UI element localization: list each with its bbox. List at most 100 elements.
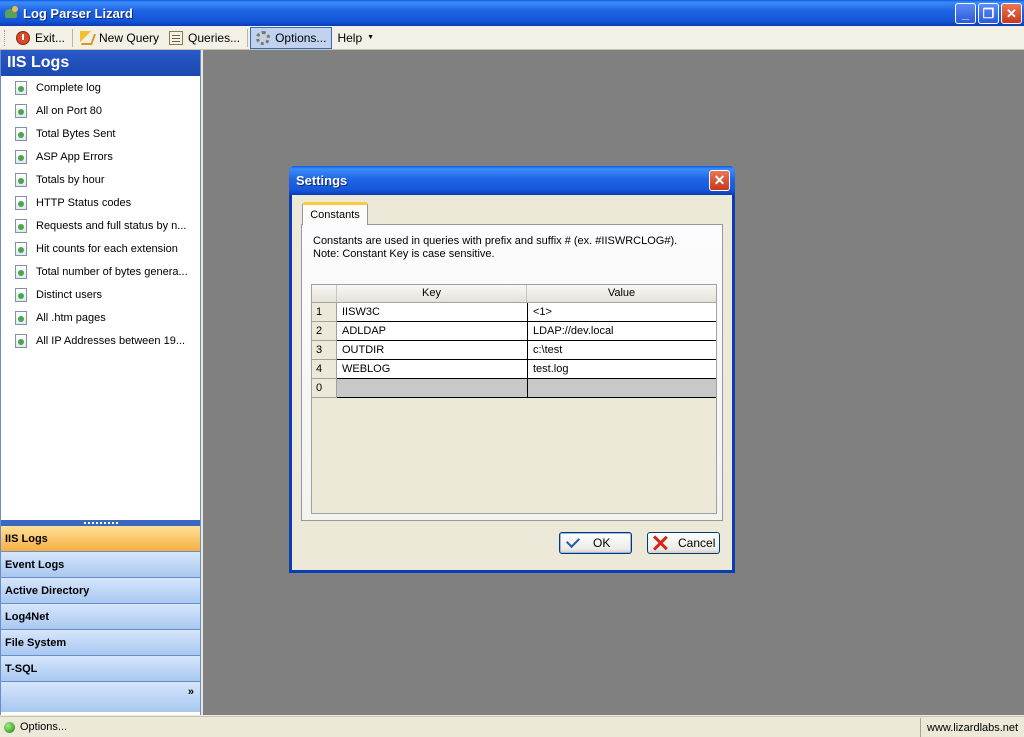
- close-window-button[interactable]: ✕: [1001, 3, 1022, 24]
- row-header-corner: [312, 285, 337, 302]
- nav-footer: »: [1, 682, 200, 712]
- checkmark-icon: [565, 533, 581, 549]
- status-bar: Options... www.lizardlabs.net: [0, 716, 1024, 737]
- query-label: Hit counts for each extension: [36, 242, 178, 255]
- column-header-key[interactable]: Key: [337, 285, 527, 302]
- query-item[interactable]: HTTP Status codes: [1, 191, 200, 214]
- query-label: All .htm pages: [36, 311, 106, 324]
- configure-buttons-icon[interactable]: »: [188, 686, 194, 698]
- grid-row[interactable]: 1 IISW3C <1>: [312, 303, 716, 322]
- query-document-icon: [15, 218, 27, 233]
- nav-log4net[interactable]: Log4Net: [1, 604, 200, 630]
- value-cell[interactable]: LDAP://dev.local: [528, 322, 716, 341]
- query-item[interactable]: Complete log: [1, 76, 200, 99]
- query-label: Complete log: [36, 81, 101, 94]
- nav-iis-logs[interactable]: IIS Logs: [1, 526, 200, 552]
- dialog-close-button[interactable]: ✕: [709, 170, 730, 191]
- query-item[interactable]: Totals by hour: [1, 168, 200, 191]
- query-document-icon: [15, 172, 27, 187]
- restore-button[interactable]: ❐: [978, 3, 999, 24]
- row-number: 3: [312, 341, 337, 360]
- nav-event-logs[interactable]: Event Logs: [1, 552, 200, 578]
- value-cell[interactable]: [528, 379, 716, 398]
- query-document-icon: [15, 264, 27, 279]
- cancel-x-icon: [652, 535, 668, 551]
- query-label: ASP App Errors: [36, 150, 113, 163]
- toolbar-separator: [72, 28, 74, 47]
- status-text: Options...: [20, 721, 68, 733]
- query-item[interactable]: Hit counts for each extension: [1, 237, 200, 260]
- query-item[interactable]: Requests and full status by n...: [1, 214, 200, 237]
- value-cell[interactable]: <1>: [528, 303, 716, 322]
- lizard-app-icon: [3, 5, 19, 21]
- query-label: All on Port 80: [36, 104, 103, 117]
- status-light-icon: [4, 721, 15, 733]
- query-label: HTTP Status codes: [36, 196, 132, 209]
- queries-button[interactable]: Queries...: [164, 27, 245, 49]
- power-icon: [16, 30, 30, 45]
- queries-label: Queries...: [188, 30, 241, 45]
- column-header-value[interactable]: Value: [527, 285, 716, 302]
- query-document-icon: [15, 310, 27, 325]
- window-title: Log Parser Lizard: [23, 5, 133, 21]
- description-line-2: Note: Constant Key is case sensitive.: [313, 248, 495, 260]
- query-item[interactable]: ASP App Errors: [1, 145, 200, 168]
- query-item[interactable]: All IP Addresses between 19...: [1, 329, 200, 352]
- constants-tab-panel: Constants are used in queries with prefi…: [301, 224, 723, 521]
- query-document-icon: [15, 149, 27, 164]
- new-query-label: New Query: [99, 30, 160, 45]
- row-number: 2: [312, 322, 337, 341]
- key-cell[interactable]: IISW3C: [337, 303, 528, 322]
- grid-row[interactable]: 4 WEBLOG test.log: [312, 360, 716, 379]
- nav-active-directory[interactable]: Active Directory: [1, 578, 200, 604]
- query-document-icon: [15, 287, 27, 302]
- exit-button[interactable]: Exit...: [11, 27, 70, 49]
- chevron-down-icon: ▼: [367, 34, 375, 41]
- query-label: Totals by hour: [36, 173, 105, 186]
- query-document-icon: [15, 126, 27, 141]
- cancel-label: Cancel: [678, 536, 716, 550]
- query-item[interactable]: Total number of bytes genera...: [1, 260, 200, 283]
- options-button[interactable]: Options...: [250, 26, 333, 49]
- help-menu[interactable]: Help ▼: [332, 27, 379, 49]
- help-label: Help: [337, 30, 363, 45]
- row-number: 4: [312, 360, 337, 379]
- window-titlebar: Log Parser Lizard _ ❐ ✕: [0, 0, 1024, 26]
- key-cell[interactable]: [337, 379, 528, 398]
- cancel-button[interactable]: Cancel: [647, 532, 720, 554]
- constants-description: Constants are used in queries with prefi…: [313, 235, 677, 261]
- query-item[interactable]: All .htm pages: [1, 306, 200, 329]
- nav-file-system[interactable]: File System: [1, 630, 200, 656]
- new-query-button[interactable]: New Query: [75, 27, 164, 49]
- tab-constants[interactable]: Constants: [302, 202, 368, 225]
- grid-row[interactable]: 3 OUTDIR c:\test: [312, 341, 716, 360]
- toolbar-separator: [247, 28, 249, 47]
- main-toolbar: Exit... New Query Queries... Options... …: [0, 26, 1024, 50]
- value-cell[interactable]: c:\test: [528, 341, 716, 360]
- value-cell[interactable]: test.log: [528, 360, 716, 379]
- navigation-pane: IIS Logs Event Logs Active Directory Log4Ne…: [1, 526, 200, 712]
- row-number: 1: [312, 303, 337, 322]
- query-list: Complete log All on Port 80 Total Bytes Se…: [1, 76, 200, 352]
- nav-t-sql[interactable]: T-SQL: [1, 656, 200, 682]
- query-item[interactable]: Distinct users: [1, 283, 200, 306]
- grid-new-row[interactable]: 0: [312, 379, 716, 398]
- row-number: 0: [312, 379, 337, 398]
- query-item[interactable]: Total Bytes Sent: [1, 122, 200, 145]
- minimize-button[interactable]: _: [955, 3, 976, 24]
- query-document-icon: [15, 241, 27, 256]
- website-link[interactable]: www.lizardlabs.net: [920, 718, 1024, 737]
- panel-header: IIS Logs: [1, 50, 200, 76]
- lightning-icon: [80, 30, 95, 45]
- ok-button[interactable]: OK: [559, 532, 632, 554]
- key-cell[interactable]: WEBLOG: [337, 360, 528, 379]
- key-cell[interactable]: ADLDAP: [337, 322, 528, 341]
- gear-icon: [256, 30, 271, 45]
- query-item[interactable]: All on Port 80: [1, 99, 200, 122]
- toolbar-grip[interactable]: [4, 29, 7, 46]
- key-cell[interactable]: OUTDIR: [337, 341, 528, 360]
- query-document-icon: [15, 333, 27, 348]
- options-label: Options...: [275, 30, 327, 45]
- grid-row[interactable]: 2 ADLDAP LDAP://dev.local: [312, 322, 716, 341]
- constants-grid: Key Value 1 IISW3C <1> 2 ADLDAP LDAP://dev.lo…: [311, 284, 717, 514]
